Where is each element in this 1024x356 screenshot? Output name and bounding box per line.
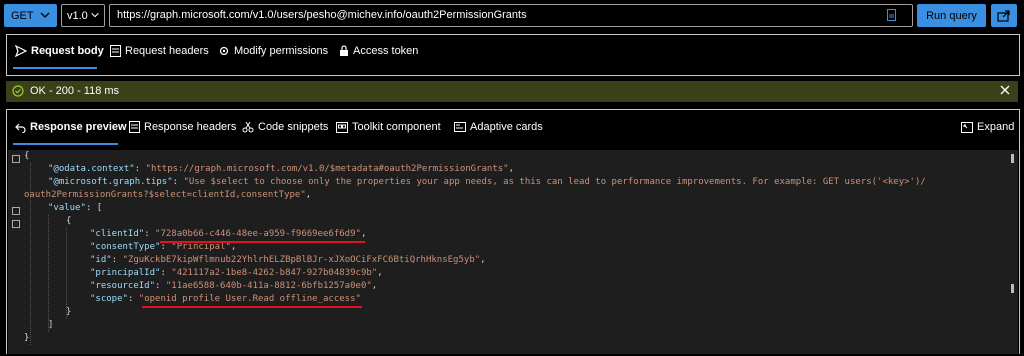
- lock-icon: [340, 45, 348, 56]
- tab-response-preview[interactable]: Response preview: [15, 121, 127, 133]
- json-key: "@microsoft.graph.tips": [48, 177, 173, 187]
- tab-label: Request body: [31, 45, 104, 57]
- json-value: "Principal": [171, 242, 231, 252]
- tab-request-body[interactable]: Request body: [15, 45, 104, 57]
- chevron-down-icon: [91, 12, 99, 18]
- json-value: "https://graph.microsoft.com/v1.0/$metad…: [145, 164, 509, 174]
- code-line: "@microsoft.graph.tips": "Use $select to…: [48, 177, 926, 187]
- status-bar: OK - 200 - 118 ms: [6, 81, 1018, 102]
- api-version-dropdown[interactable]: v1.0: [61, 4, 105, 27]
- chevron-down-icon: [40, 12, 50, 18]
- tab-label: Toolkit component: [352, 121, 441, 133]
- json-brace: {: [24, 151, 30, 161]
- code-line: oauth2PermissionGrants?$select=clientId,…: [24, 190, 312, 200]
- tab-label: Code snippets: [258, 121, 329, 133]
- json-key: "principalId": [90, 268, 161, 278]
- client-id-value: "728a0b66-c446-48ee-a959-f9669ee6f6d9": [155, 229, 361, 239]
- active-tab-indicator: [13, 143, 118, 145]
- tab-access-token[interactable]: Access token: [339, 45, 418, 57]
- json-key: "resourceId": [90, 281, 156, 291]
- tab-modify-permissions[interactable]: Modify permissions: [218, 45, 328, 57]
- headers-icon: [110, 45, 121, 57]
- json-value: oauth2PermissionGrants?$select=clientId,…: [24, 190, 306, 200]
- tab-label: Response preview: [30, 121, 127, 133]
- fold-toggle[interactable]: [12, 155, 20, 163]
- run-query-button[interactable]: Run query: [917, 4, 986, 27]
- check-circle-icon: [12, 85, 24, 97]
- code-line: "id": "ZguKckbE7kipWflmnub22YhlrhELZBpBl…: [90, 255, 486, 265]
- tab-adaptive-cards[interactable]: Adaptive cards: [454, 121, 543, 133]
- annotation-underline: [160, 241, 365, 243]
- top-bar: GET v1.0 https://graph.microsoft.com/v1.…: [0, 0, 1024, 31]
- send-icon: [15, 45, 27, 57]
- expand-label: Expand: [977, 121, 1015, 133]
- code-line: }: [66, 307, 72, 317]
- tab-label: Response headers: [144, 121, 237, 133]
- scrollbar-thumb[interactable]: [1011, 154, 1014, 163]
- tab-request-headers[interactable]: Request headers: [110, 45, 209, 57]
- tab-toolkit-component[interactable]: Toolkit component: [336, 121, 441, 133]
- http-method-label: GET: [11, 9, 34, 22]
- json-key: "consentType": [90, 242, 161, 252]
- api-version-label: v1.0: [67, 9, 88, 22]
- code-line: {: [24, 150, 29, 163]
- close-icon[interactable]: [999, 84, 1011, 96]
- http-method-dropdown[interactable]: GET: [4, 4, 57, 27]
- code-line: "value": [: [48, 203, 103, 213]
- fold-toggle[interactable]: [12, 220, 20, 228]
- code-line: {: [66, 216, 72, 226]
- response-panel: Response preview Response headers Code s…: [6, 109, 1020, 354]
- json-key: "id": [90, 255, 112, 265]
- fold-toggle[interactable]: [12, 207, 20, 215]
- tab-code-snippets[interactable]: Code snippets: [242, 121, 328, 133]
- tab-response-headers[interactable]: Response headers: [129, 121, 236, 133]
- document-icon[interactable]: [886, 9, 897, 21]
- json-value: "421117a2-1be8-4262-b847-927b04839c9b": [171, 268, 378, 278]
- active-tab-indicator: [13, 67, 97, 69]
- json-key: "scope": [90, 294, 128, 304]
- json-value: "ZguKckbE7kipWflmnub22YhlrhELZBpBlBJr-xJ…: [122, 255, 481, 265]
- code-line: "clientId": "728a0b66-c446-48ee-a959-f96…: [90, 229, 367, 239]
- json-value: "11ae6588-640b-411a-8812-6bfb1257a0e0": [165, 281, 372, 291]
- tab-label: Modify permissions: [234, 45, 329, 57]
- status-text: OK - 200 - 118 ms: [30, 85, 120, 97]
- code-line: "principalId": "421117a2-1be8-4262-b847-…: [90, 268, 383, 278]
- annotation-underline: [142, 306, 362, 308]
- cards-icon: [454, 122, 466, 132]
- undo-icon: [15, 123, 26, 133]
- toolkit-icon: [336, 121, 348, 133]
- tab-label: Access token: [353, 45, 419, 57]
- expand-button[interactable]: Expand: [961, 121, 1014, 133]
- url-input[interactable]: https://graph.microsoft.com/v1.0/users/p…: [109, 4, 913, 27]
- settings-icon: [219, 46, 229, 56]
- code-line: "@odata.context": "https://graph.microso…: [48, 164, 515, 174]
- expand-icon: [961, 121, 973, 133]
- code-line: }: [24, 333, 30, 343]
- code-snippets-icon: [242, 121, 254, 133]
- scope-value: "openid profile User.Read offline_access…: [138, 294, 361, 304]
- share-button[interactable]: [991, 4, 1017, 27]
- json-key: "value": [48, 203, 86, 213]
- code-line: "scope": "openid profile User.Read offli…: [90, 294, 361, 304]
- json-response-viewer[interactable]: { "@odata.context": "https://graph.micro…: [8, 150, 1018, 354]
- code-line: ]: [48, 320, 54, 330]
- scrollbar-thumb[interactable]: [1011, 284, 1014, 293]
- url-text: https://graph.microsoft.com/v1.0/users/p…: [117, 9, 527, 21]
- indent-guide: [48, 215, 49, 332]
- headers-icon: [129, 121, 140, 133]
- json-key: "@odata.context": [48, 164, 135, 174]
- request-panel: Request body Request headers Modify perm…: [6, 34, 1020, 76]
- json-key: "clientId": [90, 229, 145, 239]
- json-value: "Use $select to choose only the properti…: [183, 177, 926, 187]
- share-icon: [997, 10, 1010, 22]
- tab-label: Adaptive cards: [470, 121, 543, 133]
- code-line: "resourceId": "11ae6588-640b-411a-8812-6…: [90, 281, 378, 291]
- tab-label: Request headers: [125, 45, 209, 57]
